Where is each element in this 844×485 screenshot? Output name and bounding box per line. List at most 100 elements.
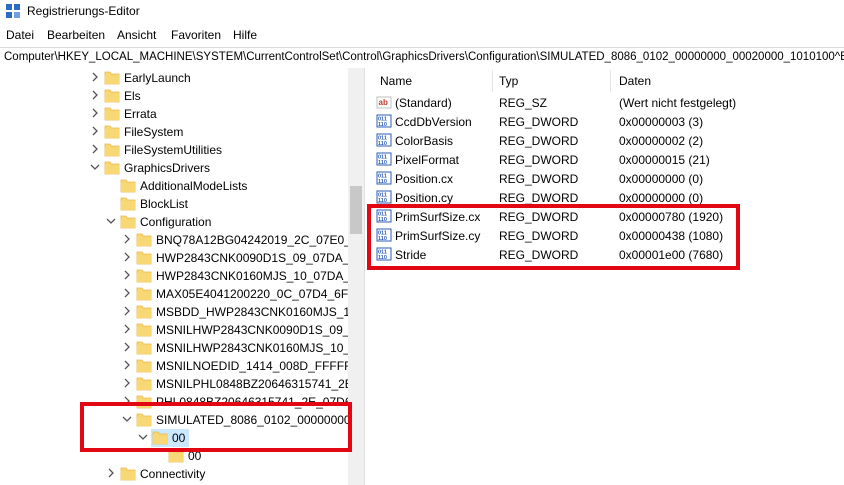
tree-item[interactable]: GraphicsDrivers [0,159,348,177]
binary-value-icon: 011110 [376,114,392,128]
menu-ansicht[interactable]: Ansicht [117,28,156,42]
tree-item[interactable]: MSNILPHL0848BZ20646315741_2E_07 [0,375,364,393]
svg-text:110: 110 [378,160,387,166]
chevron-right-icon[interactable] [122,360,132,370]
value-row[interactable]: 011 110 CcdDbVersion REG_DWORD 0x00000003 (3… [371,112,844,131]
value-name: PixelFormat [395,153,460,167]
column-header-name[interactable]: Name [380,74,412,88]
folder-icon [136,377,152,391]
tree-item-label: MSNILNOEDID_1414_008D_FFFFFFFF_ [156,359,364,373]
folder-icon [104,125,120,139]
highlight-box-resolution-values [367,204,740,270]
chevron-right-icon[interactable] [122,234,132,244]
value-row[interactable]: 011 110 PixelFormat REG_DWORD 0x00000015 (21… [371,150,844,169]
tree-item[interactable]: FileSystem [0,123,348,141]
binary-value-icon: 011110 [376,190,392,204]
chevron-right-icon[interactable] [122,378,132,388]
folder-icon [136,251,152,265]
binary-value-icon: 011110 [376,171,392,185]
tree-item[interactable]: AdditionalModeLists [0,177,348,195]
value-type: REG_DWORD [499,153,579,167]
tree-item[interactable]: BNQ78A12BG04242019_2C_07E0_08^4 [0,231,364,249]
folder-icon [136,323,152,337]
tree-item[interactable]: Configuration [0,213,348,231]
folder-icon [136,287,152,301]
value-name: CcdDbVersion [395,115,472,129]
regedit-icon [6,4,20,18]
tree-item-label: Els [124,89,141,103]
folder-icon [120,467,136,481]
column-header-type[interactable]: Typ [499,74,518,88]
tree-item[interactable]: Errata [0,105,348,123]
tree-item[interactable]: BlockList [0,195,348,213]
menu-favoriten[interactable]: Favoriten [171,28,221,42]
chevron-right-icon[interactable] [122,252,132,262]
tree-item[interactable]: Els [0,87,348,105]
value-type: REG_DWORD [499,172,579,186]
tree-item[interactable]: Connectivity [0,465,348,483]
folder-icon [120,179,136,193]
chevron-right-icon[interactable] [122,288,132,298]
tree-item-label: MSNILHWP2843CNK0090D1S_09_07D [156,323,364,337]
tree-item-label: MAX05E4041200220_0C_07D4_6F^9AE [156,287,364,301]
chevron-right-icon[interactable] [106,468,116,478]
value-name: (Standard) [395,96,452,110]
tree-item[interactable]: EarlyLaunch [0,69,348,87]
highlight-box-selected-key [80,402,352,452]
chevron-right-icon[interactable] [90,72,100,82]
chevron-right-icon[interactable] [90,126,100,136]
tree-item-label: FileSystem [124,125,184,139]
folder-icon [136,269,152,283]
column-divider[interactable] [610,70,611,92]
tree-item-label: Connectivity [140,467,206,481]
chevron-right-icon[interactable] [122,342,132,352]
tree-item-label: HWP2843CNK0160MJS_10_07DA_14^ [156,269,364,283]
tree-item-label: Configuration [140,215,212,229]
menu-hilfe[interactable]: Hilfe [233,28,257,42]
tree-item-label: HWP2843CNK0090D1S_09_07DA_3B^ [156,251,364,265]
value-type: REG_DWORD [499,191,579,205]
tree-item-label: MSNILHWP2843CNK0160MJS_10_07D [156,341,364,355]
address-bar[interactable]: Computer\HKEY_LOCAL_MACHINE\SYSTEM\Curre… [0,47,844,69]
value-row[interactable]: 011 110 ColorBasis REG_DWORD 0x00000002 (2) [371,131,844,150]
column-divider[interactable] [492,70,493,92]
tree-item-label: GraphicsDrivers [124,161,211,175]
value-data: 0x00000000 (0) [619,172,704,186]
pane-splitter[interactable] [364,68,371,485]
tree-item[interactable]: MSNILHWP2843CNK0090D1S_09_07D [0,321,364,339]
chevron-right-icon[interactable] [90,144,100,154]
folder-icon [104,143,120,157]
tree-item[interactable]: MSNILNOEDID_1414_008D_FFFFFFFF_ [0,357,364,375]
tree-item[interactable]: HWP2843CNK0090D1S_09_07DA_3B^ [0,249,364,267]
value-type: REG_DWORD [499,115,579,129]
tree-item-label: Errata [124,107,157,121]
menu-bearbeiten[interactable]: Bearbeiten [47,28,105,42]
svg-text:ab: ab [379,98,388,107]
address-path[interactable]: Computer\HKEY_LOCAL_MACHINE\SYSTEM\Curre… [4,51,844,63]
chevron-down-icon[interactable] [90,162,100,172]
values-pane: Name Typ Daten ab (Standard) REG_SZ (Wert n… [371,68,844,485]
menu-datei[interactable]: Datei [6,28,34,42]
value-row[interactable]: 011 110 Position.cx REG_DWORD 0x00000000 (0) [371,169,844,188]
folder-icon [104,161,120,175]
tree-item[interactable]: MSNILHWP2843CNK0160MJS_10_07D [0,339,364,357]
chevron-right-icon[interactable] [122,324,132,334]
tree-item[interactable]: HWP2843CNK0160MJS_10_07DA_14^ [0,267,364,285]
chevron-right-icon[interactable] [122,270,132,280]
value-row[interactable]: ab (Standard) REG_SZ (Wert nicht festgelegt… [371,93,844,112]
value-type: REG_SZ [499,96,548,110]
chevron-right-icon[interactable] [122,306,132,316]
scrollbar-thumb[interactable] [350,186,362,234]
string-value-icon: ab [376,96,392,109]
tree-item-label: AdditionalModeLists [140,179,248,193]
column-header-data[interactable]: Daten [619,74,651,88]
chevron-down-icon[interactable] [106,216,116,226]
value-type: REG_DWORD [499,134,579,148]
value-data: 0x00000015 (21) [619,153,710,167]
tree-item[interactable]: MAX05E4041200220_0C_07D4_6F^9AE [0,285,364,303]
chevron-right-icon[interactable] [90,90,100,100]
tree-item[interactable]: FileSystemUtilities [0,141,348,159]
chevron-right-icon[interactable] [90,108,100,118]
value-data: 0x00000003 (3) [619,115,704,129]
tree-item[interactable]: MSBDD_HWP2843CNK0160MJS_10_07 [0,303,364,321]
